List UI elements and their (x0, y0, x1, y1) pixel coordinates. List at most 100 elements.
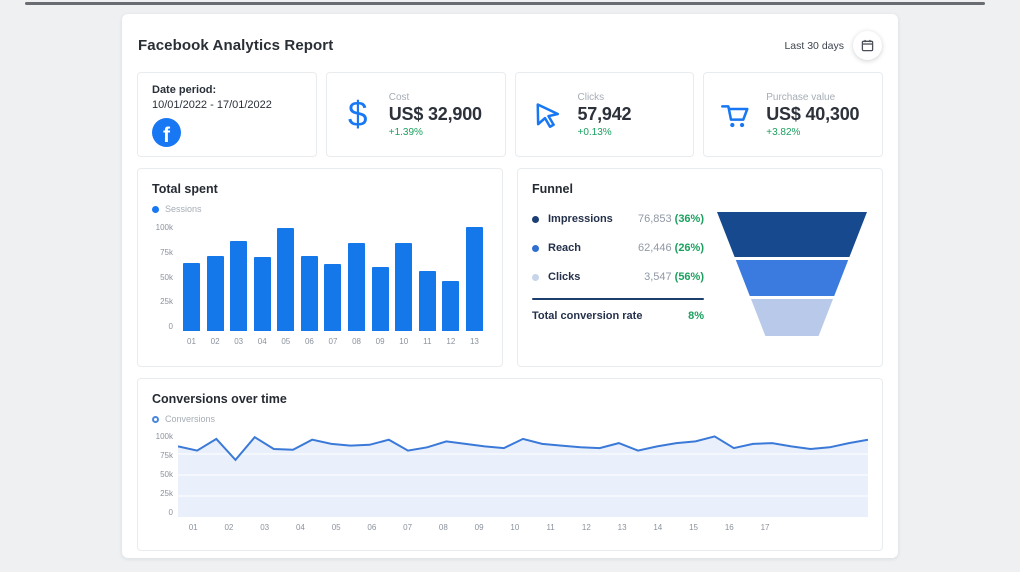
cost-value: US$ 32,900 (389, 104, 482, 125)
x-tick-label: 04 (254, 337, 271, 346)
bar-08[interactable] (348, 243, 365, 331)
x-tick-label: 13 (618, 523, 627, 532)
cart-icon (717, 99, 753, 131)
date-range-selector[interactable]: Last 30 days (784, 31, 882, 60)
x-tick-label: 06 (301, 337, 318, 346)
bar-02[interactable] (207, 256, 224, 331)
line-chart-xaxis: 0102030405060708091011121314151617 (178, 523, 868, 535)
bar-chart-yaxis: 100k 75k 50k 25k 0 (152, 224, 178, 331)
bar-05[interactable] (277, 228, 294, 331)
x-tick-label: 03 (260, 523, 269, 532)
x-tick-label: 12 (582, 523, 591, 532)
sessions-legend[interactable]: Sessions (152, 204, 488, 214)
y-tick-label: 50k (152, 274, 173, 282)
conversions-legend[interactable]: Conversions (152, 414, 868, 424)
x-tick-label: 09 (372, 337, 389, 346)
cursor-icon (529, 100, 565, 130)
x-tick-label: 09 (475, 523, 484, 532)
bar-11[interactable] (419, 271, 436, 331)
purchase-value-value: US$ 40,300 (766, 104, 859, 125)
x-tick-label: 04 (296, 523, 305, 532)
x-tick-label: 13 (466, 337, 483, 346)
date-range-label[interactable]: Last 30 days (784, 40, 844, 52)
total-conversion-rate-value: 8% (688, 310, 704, 322)
funnel-total-row: Total conversion rate 8% (532, 310, 704, 322)
x-tick-label: 10 (395, 337, 412, 346)
bar-12[interactable] (442, 281, 459, 331)
dollar-icon: $ (340, 97, 376, 132)
y-tick-label: 75k (152, 452, 173, 460)
y-tick-label: 0 (152, 323, 173, 331)
purchase-value-label: Purchase value (766, 92, 859, 103)
x-tick-label: 01 (183, 337, 200, 346)
line-chart-plot[interactable] (178, 433, 868, 517)
funnel-card: Funnel Impressions 76,853 (36%) Reach 62… (517, 168, 883, 367)
cost-card: $ Cost US$ 32,900 +1.39% (326, 72, 506, 157)
bar-09[interactable] (372, 267, 389, 331)
bar-chart-plot[interactable] (178, 224, 488, 331)
date-period-value: 10/01/2022 - 17/01/2022 (152, 99, 302, 111)
x-tick-label: 06 (367, 523, 376, 532)
bar-07[interactable] (324, 264, 341, 331)
x-tick-label: 14 (653, 523, 662, 532)
x-tick-label: 11 (419, 337, 436, 346)
purchase-value-delta: +3.82% (766, 127, 859, 138)
reach-dot-icon (532, 245, 539, 252)
y-tick-label: 25k (152, 298, 173, 306)
date-period-label: Date period: (152, 84, 302, 96)
funnel-segment-reach (736, 260, 848, 296)
x-tick-label: 07 (324, 337, 341, 346)
cost-label: Cost (389, 92, 482, 103)
bar-chart-xaxis: 01020304050607080910111213 (178, 337, 488, 346)
bar-03[interactable] (230, 241, 247, 331)
legend-dot-icon (152, 206, 159, 213)
impressions-dot-icon (532, 216, 539, 223)
bar-chart[interactable]: 100k 75k 50k 25k 0 (152, 224, 488, 331)
x-tick-label: 08 (348, 337, 365, 346)
x-tick-label: 02 (224, 523, 233, 532)
clicks-card: Clicks 57,942 +0.13% (515, 72, 695, 157)
page-title: Facebook Analytics Report (138, 37, 333, 54)
panel-header: Facebook Analytics Report Last 30 days (122, 14, 898, 72)
y-tick-label: 100k (152, 433, 173, 441)
stats-row: Date period: 10/01/2022 - 17/01/2022 f $… (137, 72, 883, 157)
purchase-value-card: Purchase value US$ 40,300 +3.82% (703, 72, 883, 157)
x-tick-label: 16 (725, 523, 734, 532)
legend-ring-icon (152, 416, 159, 423)
y-tick-label: 0 (152, 509, 173, 517)
y-tick-label: 75k (152, 249, 173, 257)
x-tick-label: 01 (189, 523, 198, 532)
y-tick-label: 100k (152, 224, 173, 232)
calendar-button[interactable] (853, 31, 882, 60)
x-tick-label: 10 (510, 523, 519, 532)
clicks-delta: +0.13% (578, 127, 632, 138)
line-chart[interactable]: 100k75k50k25k0 (152, 433, 868, 517)
bar-10[interactable] (395, 243, 412, 331)
calendar-icon (861, 39, 874, 52)
funnel-row-impressions: Impressions 76,853 (36%) (532, 213, 704, 225)
cost-delta: +1.39% (389, 127, 482, 138)
y-tick-label: 50k (152, 471, 173, 479)
clicks-value: 57,942 (578, 104, 632, 125)
clicks-dot-icon (532, 274, 539, 281)
bar-06[interactable] (301, 256, 318, 331)
report-panel: Facebook Analytics Report Last 30 days D… (122, 14, 898, 558)
middle-row: Total spent Sessions 100k75k50k25k0 0102… (137, 168, 883, 367)
funnel-row-reach: Reach 62,446 (26%) (532, 242, 704, 254)
x-tick-label: 17 (761, 523, 770, 532)
top-progress-strip (25, 2, 985, 5)
bar-01[interactable] (183, 263, 200, 332)
x-tick-label: 05 (277, 337, 294, 346)
x-tick-label: 02 (207, 337, 224, 346)
bar-13[interactable] (466, 227, 483, 331)
x-tick-label: 07 (403, 523, 412, 532)
funnel-chart[interactable] (716, 196, 868, 345)
x-tick-label: 03 (230, 337, 247, 346)
funnel-divider (532, 298, 704, 300)
conversions-card: Conversions over time Conversions 100k75… (137, 378, 883, 551)
facebook-icon: f (152, 118, 181, 147)
bar-04[interactable] (254, 257, 271, 331)
x-tick-label: 08 (439, 523, 448, 532)
funnel-segment-clicks (751, 299, 833, 336)
x-tick-label: 15 (689, 523, 698, 532)
